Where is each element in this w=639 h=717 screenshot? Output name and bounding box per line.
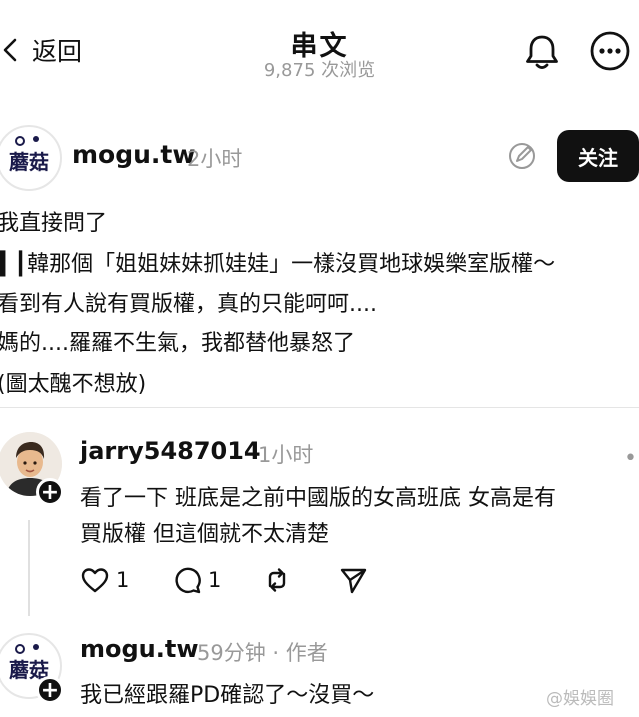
follow-button[interactable]: 关注	[557, 130, 639, 182]
post-text-line: (圖太醜不想放)	[0, 372, 147, 397]
post-text-line: ▌┃韓那個「姐姐妹妹抓娃娃」一樣沒買地球娛樂室版權～	[0, 252, 556, 277]
comment-text-line: 買版權 但這個就不太清楚	[80, 522, 329, 547]
reply-count: 1	[208, 568, 222, 592]
comment-time: 59分钟 · 作者	[197, 641, 328, 665]
divider	[0, 407, 639, 408]
send-icon	[340, 568, 367, 594]
like-count: 1	[116, 568, 130, 592]
comment-more-icon[interactable]: ••	[624, 446, 639, 471]
repost-icon	[268, 568, 286, 592]
edit-icon[interactable]	[506, 140, 538, 172]
post-username[interactable]: mogu.tw	[72, 140, 195, 169]
post-time: 2小时	[187, 147, 243, 171]
bell-icon[interactable]	[521, 30, 563, 72]
follow-plus-icon[interactable]: +	[36, 676, 64, 704]
heart-icon	[81, 568, 109, 593]
follow-plus-icon[interactable]: +	[36, 478, 64, 506]
share-button[interactable]	[338, 565, 368, 595]
post-text-line: 看到有人說有買版權，真的只能呵呵....	[0, 292, 377, 317]
watermark: @娛娛圈	[546, 689, 614, 709]
comment-text-line: 看了一下 班底是之前中國版的女高班底 女高是有	[80, 486, 556, 511]
post-text-line: 媽的....羅羅不生氣，我都替他暴怒了	[0, 331, 355, 356]
svg-text:蘑菇: 蘑菇	[9, 150, 49, 174]
like-button[interactable]: 1	[80, 565, 129, 595]
repost-button[interactable]	[262, 565, 292, 595]
mogu-logo-icon: 蘑菇	[9, 136, 49, 174]
avatar[interactable]: 蘑菇	[0, 125, 62, 191]
comment-time: 1小时	[258, 443, 314, 467]
reply-button[interactable]: 1	[172, 565, 221, 595]
comment-username[interactable]: jarry5487014	[80, 437, 261, 465]
comment-icon	[175, 567, 201, 594]
thread-line	[28, 520, 30, 616]
comment-username[interactable]: mogu.tw	[80, 635, 199, 663]
more-options-icon[interactable]	[589, 30, 631, 72]
comment-text-line: 我已經跟羅PD確認了～沒買～	[80, 683, 375, 708]
post-text-line: 我直接問了	[0, 211, 108, 236]
